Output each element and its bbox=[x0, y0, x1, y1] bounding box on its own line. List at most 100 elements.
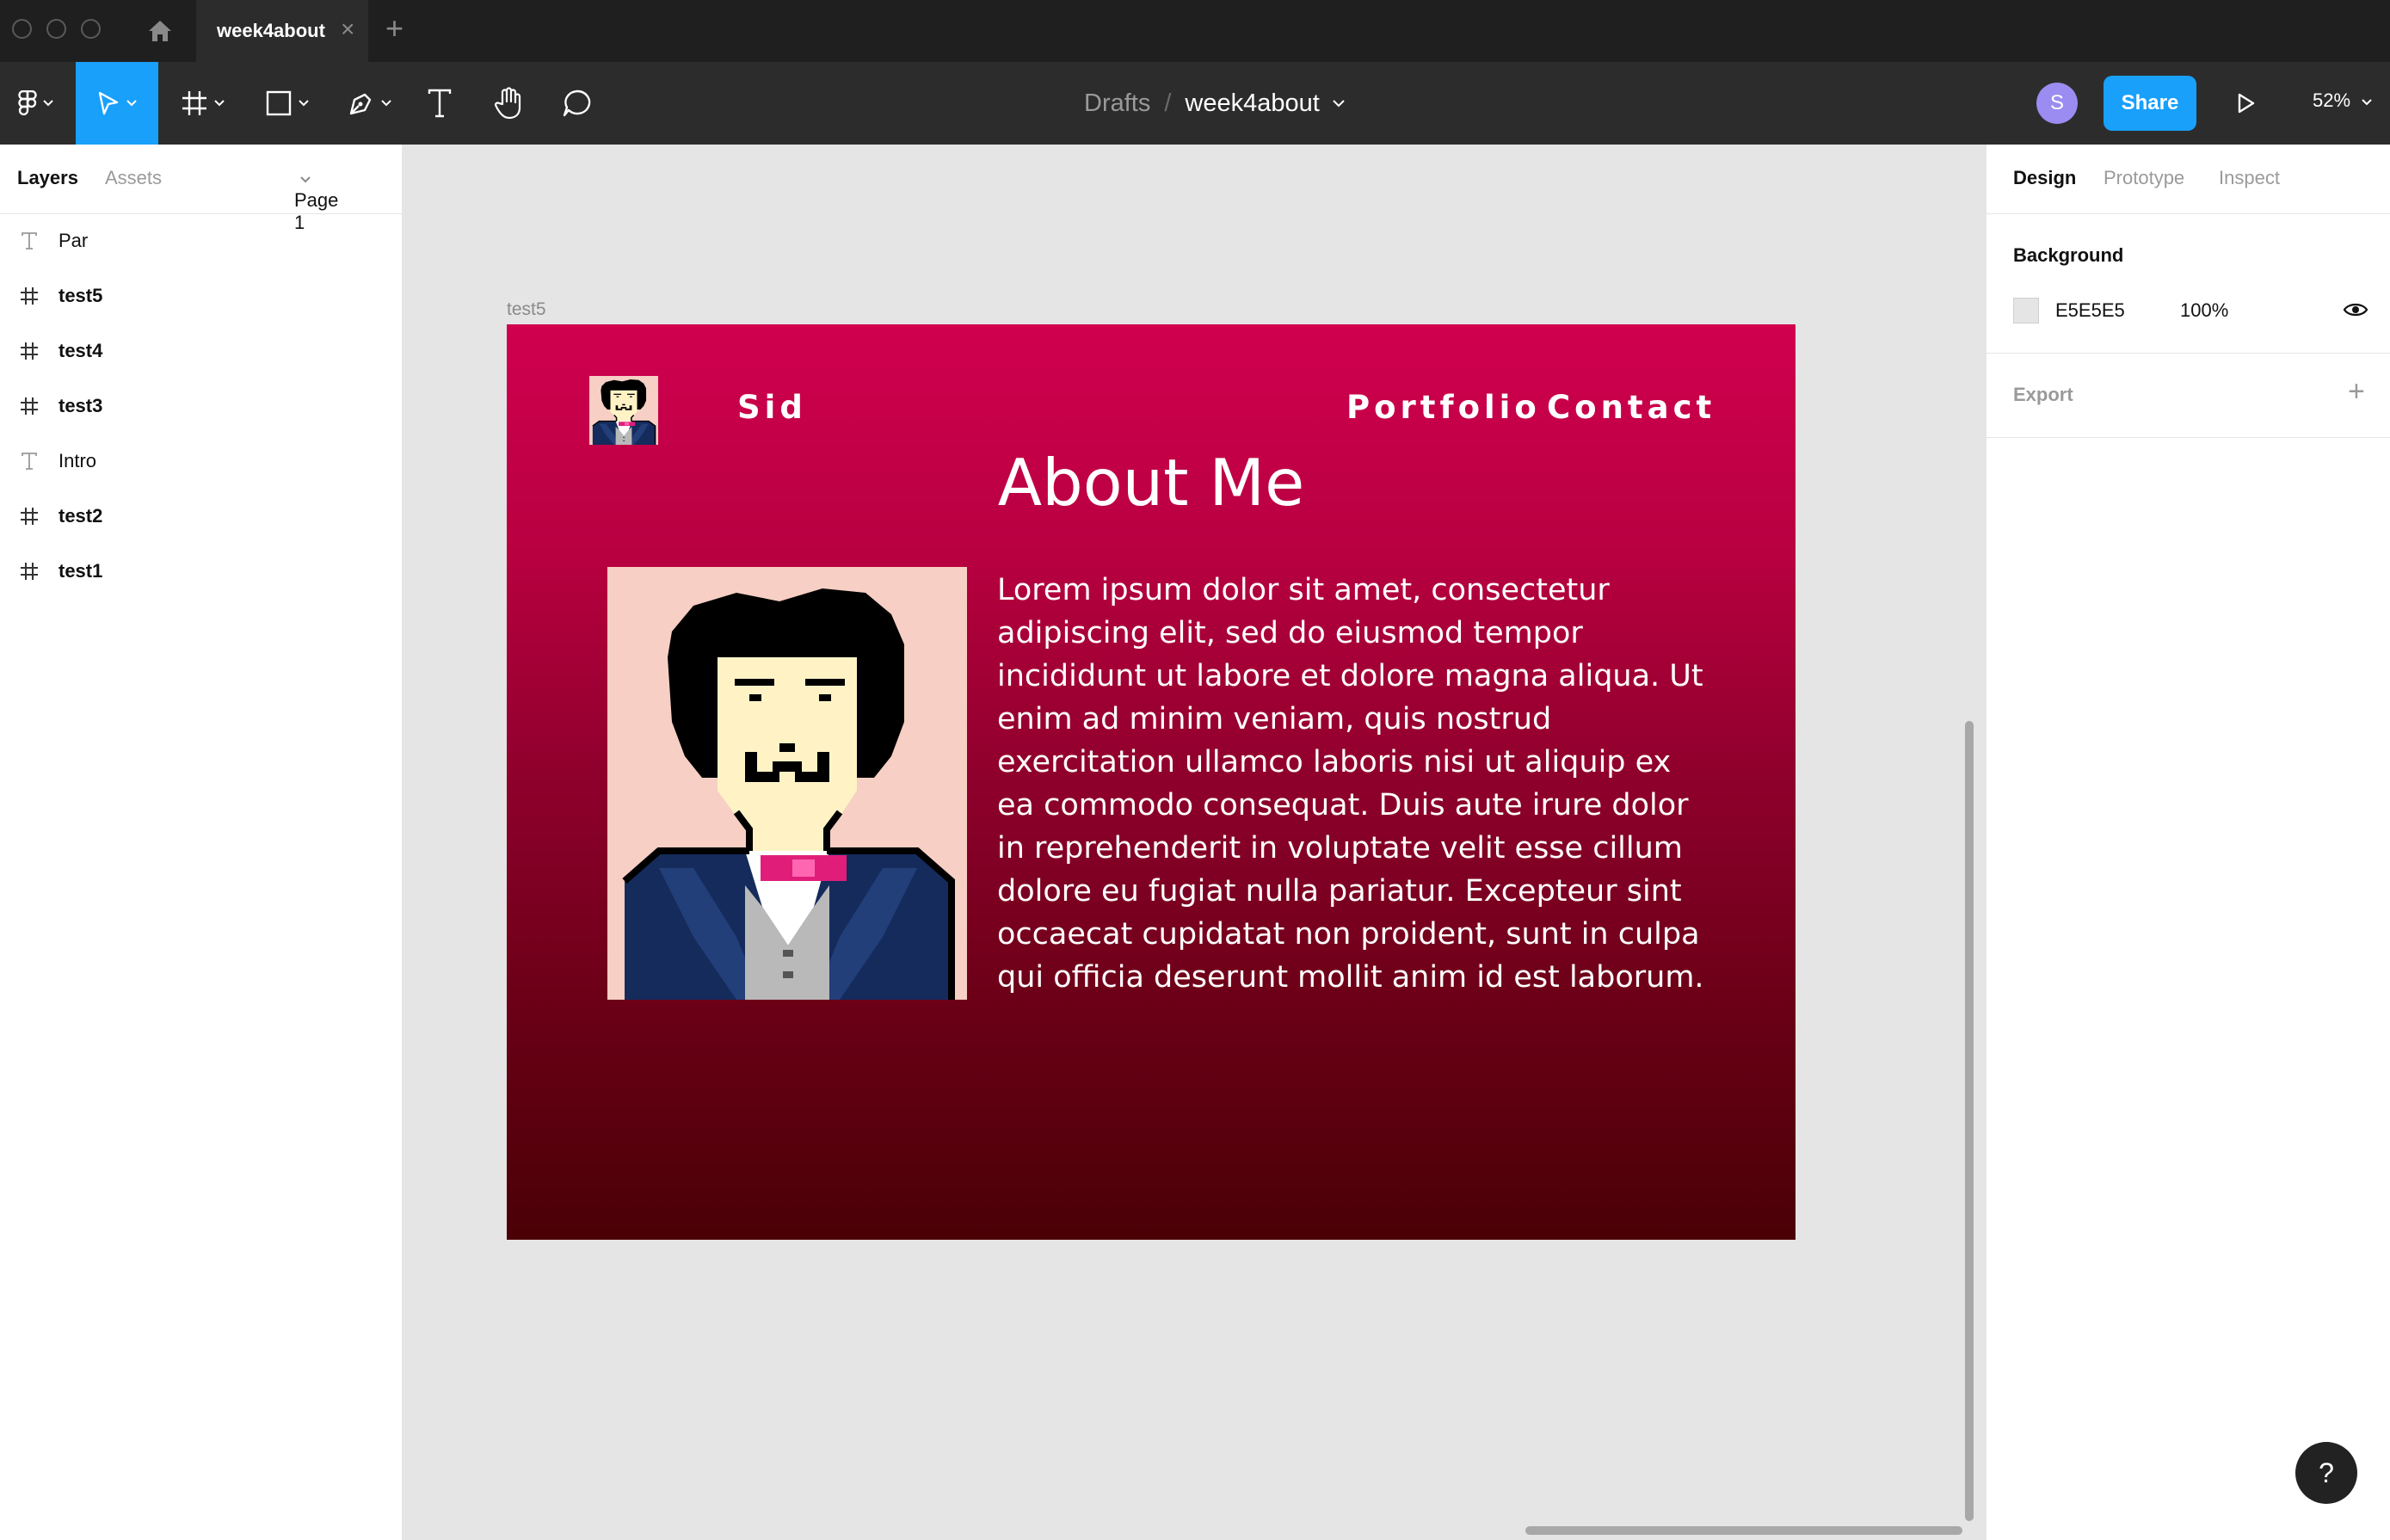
frame-layer-icon bbox=[0, 342, 59, 360]
tab-layers[interactable]: Layers bbox=[17, 167, 78, 189]
layer-name: Intro bbox=[59, 450, 97, 471]
move-tool-icon bbox=[98, 91, 119, 115]
nav-link-contact[interactable]: Contact bbox=[1547, 389, 1716, 426]
chevron-down-icon bbox=[126, 100, 137, 107]
toolbar: Drafts / week4about bbox=[0, 62, 2390, 145]
background-hex-input[interactable]: E5E5E5 bbox=[2055, 299, 2125, 322]
close-tab-icon[interactable]: × bbox=[341, 15, 354, 43]
page-heading: About Me bbox=[997, 445, 1305, 521]
layer-name: test1 bbox=[59, 560, 103, 582]
file-name-button[interactable]: week4about bbox=[1185, 89, 1319, 118]
move-tool-button[interactable] bbox=[76, 62, 158, 145]
zoom-dropdown[interactable]: 52% bbox=[2313, 89, 2373, 112]
frame-layer-icon bbox=[0, 562, 59, 581]
nav-site-name[interactable]: Sid bbox=[737, 389, 807, 426]
text-tool-icon bbox=[428, 89, 452, 118]
background-visibility-toggle[interactable] bbox=[2343, 299, 2368, 324]
eye-icon bbox=[2343, 303, 2368, 317]
frame-layer-icon bbox=[0, 286, 59, 305]
layer-row[interactable]: Par bbox=[0, 213, 402, 268]
pen-tool-button[interactable] bbox=[336, 62, 404, 145]
window-minimize-control[interactable] bbox=[46, 19, 66, 39]
frame-layer-icon bbox=[0, 397, 59, 416]
breadcrumb-separator: / bbox=[1164, 89, 1172, 117]
frame-layer-icon bbox=[0, 507, 59, 526]
comment-tool-icon bbox=[563, 89, 591, 117]
zoom-label: 52% bbox=[2313, 89, 2351, 111]
layer-row[interactable]: test4 bbox=[0, 323, 402, 379]
present-button[interactable] bbox=[2228, 86, 2263, 125]
chevron-down-icon bbox=[300, 176, 311, 183]
home-icon bbox=[149, 21, 171, 41]
bio-paragraph: Lorem ipsum dolor sit amet, consectetur … bbox=[997, 573, 1704, 995]
figma-logo-icon bbox=[18, 90, 37, 116]
chevron-down-icon bbox=[299, 100, 309, 107]
layer-row[interactable]: test5 bbox=[0, 268, 402, 323]
title-bar: week4about × + bbox=[0, 0, 2390, 62]
page-dropdown[interactable]: Page 1 bbox=[294, 167, 338, 233]
window-zoom-control[interactable] bbox=[81, 19, 101, 39]
layer-row[interactable]: test2 bbox=[0, 489, 402, 544]
text-layer-icon bbox=[0, 452, 59, 471]
frame-label[interactable]: test5 bbox=[507, 299, 546, 320]
pixel-portrait-illustration bbox=[607, 567, 967, 1000]
layers-panel: Layers Assets Page 1 Par test5 test4 test3 I… bbox=[0, 145, 403, 1540]
layer-name: test4 bbox=[59, 340, 103, 361]
nav-link-portfolio[interactable]: Portfolio bbox=[1346, 389, 1541, 426]
breadcrumb: Drafts / week4about bbox=[1084, 62, 1346, 145]
vertical-scrollbar[interactable] bbox=[1965, 721, 1974, 1521]
tab-assets[interactable]: Assets bbox=[105, 167, 162, 189]
divider bbox=[1987, 437, 2390, 438]
tab-prototype[interactable]: Prototype bbox=[2104, 167, 2184, 189]
help-button[interactable]: ? bbox=[2295, 1442, 2357, 1504]
pixel-portrait-thumbnail bbox=[589, 376, 658, 445]
new-tab-button[interactable]: + bbox=[385, 10, 403, 46]
frame-tool-icon bbox=[182, 91, 206, 115]
background-color-swatch[interactable] bbox=[2013, 298, 2039, 323]
horizontal-scrollbar[interactable] bbox=[1525, 1526, 1962, 1535]
left-panel-tabs: Layers Assets Page 1 bbox=[0, 145, 402, 233]
tab-design[interactable]: Design bbox=[2013, 167, 2076, 189]
properties-panel: Design Prototype Inspect Background E5E5… bbox=[1986, 145, 2390, 1540]
tab-inspect[interactable]: Inspect bbox=[2219, 167, 2280, 189]
rectangle-tool-icon bbox=[266, 90, 292, 116]
layer-name: test5 bbox=[59, 285, 103, 306]
pen-tool-icon bbox=[349, 93, 372, 115]
home-tab[interactable] bbox=[126, 0, 194, 62]
hand-tool-icon bbox=[494, 87, 521, 120]
hand-tool-button[interactable] bbox=[487, 62, 530, 145]
document-tab[interactable]: week4about × bbox=[196, 0, 368, 62]
share-button[interactable]: Share bbox=[2104, 76, 2196, 131]
document-tab-label: week4about bbox=[217, 20, 325, 41]
chevron-down-icon bbox=[43, 100, 53, 107]
present-play-icon bbox=[2238, 93, 2255, 114]
chevron-down-icon bbox=[214, 100, 225, 107]
chevron-down-icon[interactable] bbox=[1332, 99, 1346, 108]
layer-row[interactable]: Intro bbox=[0, 434, 402, 489]
layer-name: test2 bbox=[59, 505, 103, 527]
window-close-control[interactable] bbox=[12, 19, 32, 39]
comment-tool-button[interactable] bbox=[556, 62, 599, 145]
layer-name: test3 bbox=[59, 395, 103, 416]
background-opacity-input[interactable]: 100% bbox=[2180, 299, 2228, 322]
main-menu-button[interactable] bbox=[0, 62, 72, 145]
layer-name: Par bbox=[59, 230, 89, 251]
design-frame[interactable]: Sid Portfolio Contact About Me Lorem ips… bbox=[507, 324, 1796, 1240]
logo-avatar-image[interactable] bbox=[589, 376, 658, 445]
text-tool-button[interactable] bbox=[418, 62, 461, 145]
background-section-title: Background bbox=[2013, 244, 2124, 266]
right-panel-tabs: Design Prototype Inspect bbox=[1987, 145, 2390, 214]
breadcrumb-drafts-link[interactable]: Drafts bbox=[1084, 89, 1150, 118]
chevron-down-icon bbox=[381, 100, 391, 107]
divider bbox=[1987, 353, 2390, 354]
layer-row[interactable]: test3 bbox=[0, 379, 402, 434]
add-export-button[interactable]: + bbox=[2348, 375, 2365, 409]
layer-row[interactable]: test1 bbox=[0, 544, 402, 599]
text-layer-icon bbox=[0, 231, 59, 250]
portrait-image[interactable] bbox=[607, 567, 967, 1000]
chevron-down-icon bbox=[2362, 99, 2372, 106]
shape-tool-button[interactable] bbox=[253, 62, 322, 145]
avatar[interactable]: S bbox=[2036, 83, 2078, 124]
export-section-title: Export bbox=[2013, 384, 2073, 405]
frame-tool-button[interactable] bbox=[169, 62, 237, 145]
